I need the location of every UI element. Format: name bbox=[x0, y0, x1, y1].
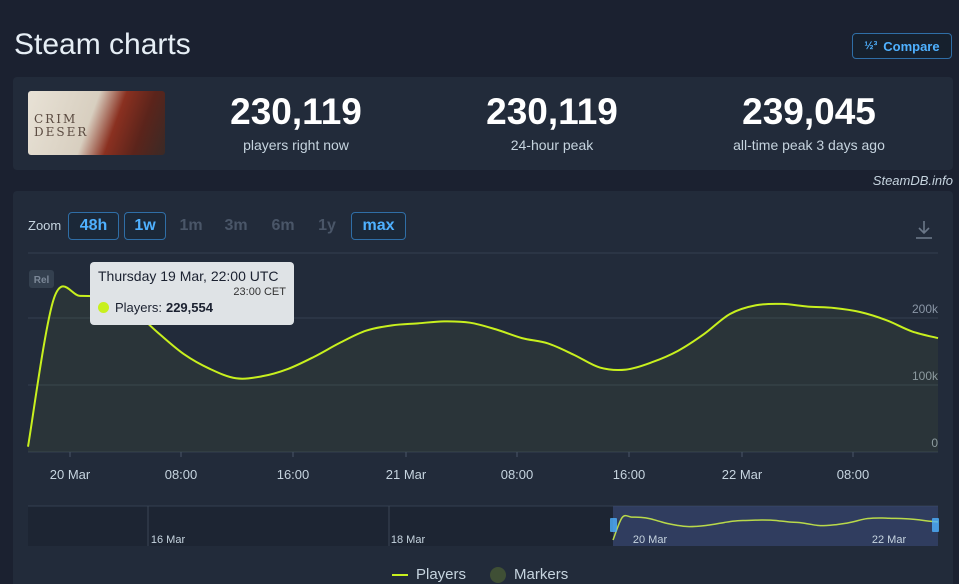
markers-circle-icon bbox=[490, 566, 507, 583]
chart-tooltip: Thursday 19 Mar, 22:00 UTC 23:00 CET Pla… bbox=[90, 262, 294, 325]
zoom-1w-button[interactable]: 1w bbox=[124, 212, 166, 240]
stat-value: 230,119 bbox=[486, 91, 618, 132]
compare-label: Compare bbox=[883, 38, 940, 54]
x-tick-label: 16:00 bbox=[277, 467, 310, 482]
x-tick-label: 21 Mar bbox=[386, 467, 427, 482]
stat-value: 230,119 bbox=[230, 91, 362, 132]
stat-value: 239,045 bbox=[742, 91, 876, 132]
tooltip-title: Thursday 19 Mar, 22:00 UTC bbox=[98, 268, 279, 284]
players-line-icon bbox=[392, 573, 408, 576]
compare-icon: ½³ bbox=[864, 40, 878, 52]
steamdb-watermark[interactable]: SteamDB.info bbox=[840, 173, 953, 188]
x-tick-label: 16:00 bbox=[613, 467, 646, 482]
stat-all-time-peak: 239,045 all-time peak 3 days ago bbox=[689, 91, 929, 153]
zoom-max-button[interactable]: max bbox=[351, 212, 406, 240]
stat-label: 24-hour peak bbox=[510, 137, 594, 153]
stats-card: CRIM DESER 230,119 players right now 230,… bbox=[13, 77, 953, 170]
y-tick-label: 200k bbox=[912, 302, 939, 316]
legend-players[interactable]: Players bbox=[416, 566, 466, 583]
navigator-handle bbox=[610, 518, 617, 532]
download-icon[interactable] bbox=[914, 219, 934, 241]
stat-label: players right now bbox=[243, 137, 349, 153]
navigator-handle bbox=[932, 518, 939, 532]
zoom-1y-button[interactable]: 1y bbox=[308, 212, 346, 240]
game-cover-image[interactable]: CRIM DESER bbox=[28, 91, 165, 155]
navigator-label: 20 Mar bbox=[633, 534, 668, 546]
rel-badge-label: Rel bbox=[34, 275, 50, 286]
tooltip-row: Players: 229,554 bbox=[98, 300, 286, 315]
series-dot-icon bbox=[98, 302, 109, 313]
zoom-3m-button[interactable]: 3m bbox=[217, 212, 255, 240]
chart-legend: Players Markers bbox=[392, 566, 568, 583]
tooltip-series-label: Players: bbox=[115, 300, 162, 315]
navigator-label: 16 Mar bbox=[151, 534, 186, 546]
tooltip-value: 229,554 bbox=[165, 300, 213, 315]
stat-label: all-time peak 3 days ago bbox=[733, 137, 885, 153]
x-tick-label: 22 Mar bbox=[722, 467, 763, 482]
legend-markers[interactable]: Markers bbox=[514, 566, 568, 583]
compare-button[interactable]: ½³ Compare bbox=[852, 33, 952, 59]
zoom-48h-button[interactable]: 48h bbox=[68, 212, 119, 240]
zoom-1m-button[interactable]: 1m bbox=[172, 212, 210, 240]
x-tick-label: 08:00 bbox=[837, 467, 870, 482]
x-tick-label: 08:00 bbox=[165, 467, 198, 482]
zoom-label: Zoom bbox=[28, 218, 62, 233]
x-tick-label: 20 Mar bbox=[50, 467, 91, 482]
navigator-label: 18 Mar bbox=[391, 534, 426, 546]
page-title: Steam charts bbox=[14, 28, 191, 61]
navigator-label: 22 Mar bbox=[872, 534, 907, 546]
stat-current-players: 230,119 players right now bbox=[176, 91, 416, 153]
cover-text: CRIM DESER bbox=[34, 112, 89, 139]
zoom-6m-button[interactable]: 6m bbox=[264, 212, 302, 240]
tooltip-subtitle: 23:00 CET bbox=[233, 286, 286, 298]
x-tick-label: 08:00 bbox=[501, 467, 534, 482]
stat-24h-peak: 230,119 24-hour peak bbox=[432, 91, 672, 153]
